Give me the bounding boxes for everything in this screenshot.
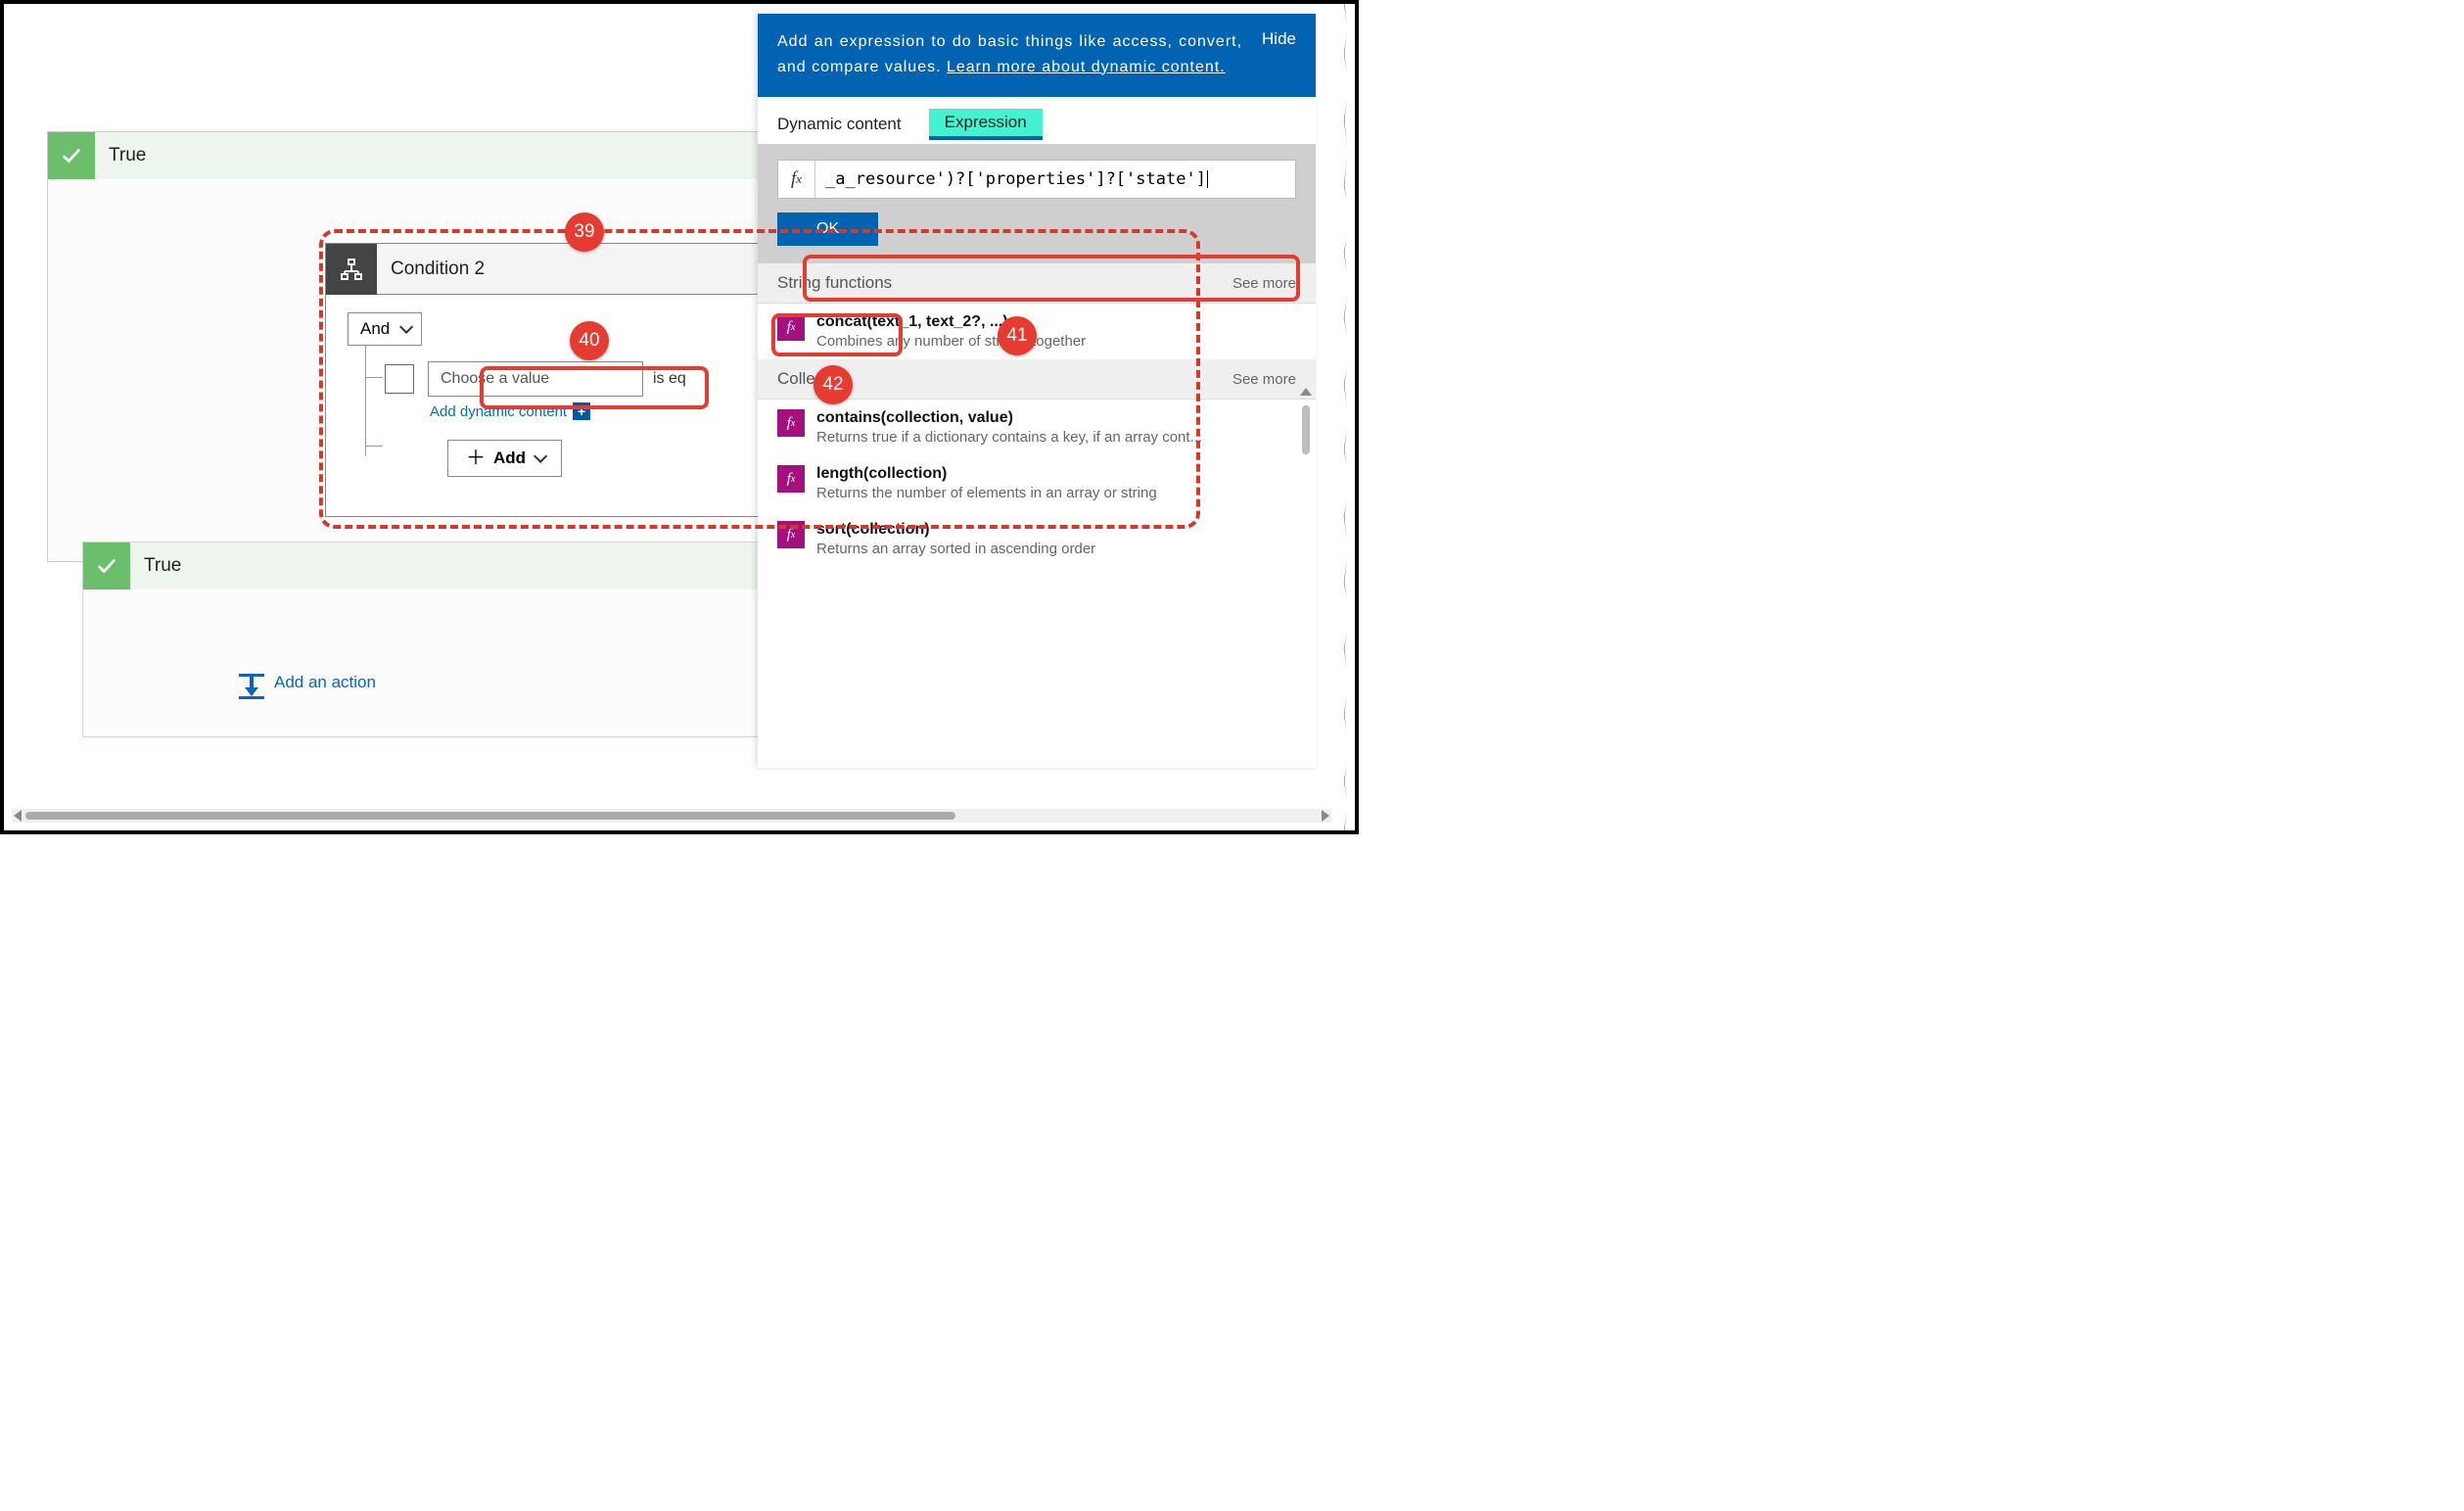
tab-expression[interactable]: Expression bbox=[929, 109, 1043, 140]
learn-more-link[interactable]: Learn more about dynamic content. bbox=[947, 59, 1226, 75]
true-branch-label: True bbox=[95, 145, 146, 166]
scroll-thumb[interactable] bbox=[1302, 405, 1310, 454]
checkmark-icon bbox=[83, 543, 130, 590]
expression-input-row: fx _a_resource')?['properties']?['state'… bbox=[777, 160, 1296, 199]
fx-badge-icon: fx bbox=[777, 521, 805, 548]
plus-icon: ＋ bbox=[466, 449, 486, 468]
chevron-down-icon bbox=[399, 319, 409, 339]
logic-operator-label: And bbox=[360, 319, 390, 339]
add-action-label: Add an action bbox=[274, 673, 376, 692]
logic-operator-dropdown[interactable]: And bbox=[348, 312, 422, 346]
see-more-link[interactable]: See more bbox=[1232, 275, 1296, 292]
annotation-badge-39: 39 bbox=[565, 212, 604, 252]
fx-badge-icon: fx bbox=[777, 313, 805, 341]
tab-dynamic-content[interactable]: Dynamic content bbox=[777, 111, 902, 138]
annotation-badge-42: 42 bbox=[814, 365, 853, 404]
fx-icon: fx bbox=[778, 161, 815, 198]
add-action-button[interactable]: Add an action bbox=[239, 670, 376, 695]
plus-icon[interactable]: + bbox=[573, 402, 590, 420]
function-list: String functions See more fx concat(text… bbox=[758, 263, 1316, 768]
ok-button[interactable]: OK bbox=[777, 212, 878, 246]
text-cursor bbox=[1207, 170, 1208, 188]
flyout-description: Add an expression to do basic things lik… bbox=[777, 29, 1242, 79]
canvas-horizontal-scrollbar[interactable] bbox=[12, 809, 1331, 823]
expression-editor-area: fx _a_resource')?['properties']?['state'… bbox=[758, 144, 1316, 263]
fn-item-sort[interactable]: fx sort(collection) Returns an array sor… bbox=[758, 511, 1316, 567]
fn-item-concat[interactable]: fx concat(text_1, text_2?, ...) Combines… bbox=[758, 304, 1316, 359]
scroll-left-arrow-icon bbox=[14, 810, 22, 822]
true-branch-inner-label: True bbox=[130, 555, 181, 577]
chevron-down-icon bbox=[534, 449, 543, 468]
fn-item-contains[interactable]: fx contains(collection, value) Returns t… bbox=[758, 400, 1316, 455]
flyout-scrollbar[interactable] bbox=[1299, 384, 1313, 756]
choose-value-input[interactable]: Choose a value bbox=[428, 361, 643, 397]
add-dynamic-content-link[interactable]: Add dynamic content bbox=[430, 403, 567, 420]
scroll-up-arrow-icon bbox=[1300, 388, 1312, 396]
flyout-header: Add an expression to do basic things lik… bbox=[758, 14, 1316, 97]
insert-action-icon bbox=[239, 670, 264, 695]
expression-input[interactable]: _a_resource')?['properties']?['state'] bbox=[815, 164, 1295, 195]
torn-edge-decoration bbox=[1337, 4, 1355, 830]
fx-badge-icon: fx bbox=[777, 409, 805, 437]
add-condition-row-button[interactable]: ＋ Add bbox=[447, 440, 562, 477]
scroll-right-arrow-icon bbox=[1322, 810, 1329, 822]
see-more-link[interactable]: See more bbox=[1232, 371, 1296, 388]
hide-button[interactable]: Hide bbox=[1262, 29, 1296, 79]
fn-item-length[interactable]: fx length(collection) Returns the number… bbox=[758, 455, 1316, 511]
fx-badge-icon: fx bbox=[777, 465, 805, 493]
add-button-label: Add bbox=[493, 449, 526, 468]
fn-group-string-functions[interactable]: String functions See more bbox=[758, 263, 1316, 304]
comparison-operator[interactable]: is eq bbox=[653, 370, 686, 388]
condition-title: Condition 2 bbox=[377, 259, 485, 280]
scroll-thumb[interactable] bbox=[25, 812, 955, 820]
condition-branch-icon bbox=[326, 244, 377, 295]
annotation-badge-41: 41 bbox=[998, 316, 1037, 355]
annotation-badge-40: 40 bbox=[570, 321, 609, 360]
designer-canvas: True True Add an action bbox=[4, 4, 1355, 830]
flyout-tabs: Dynamic content Expression bbox=[758, 97, 1316, 144]
row-checkbox[interactable] bbox=[385, 364, 414, 394]
checkmark-icon bbox=[48, 132, 95, 179]
